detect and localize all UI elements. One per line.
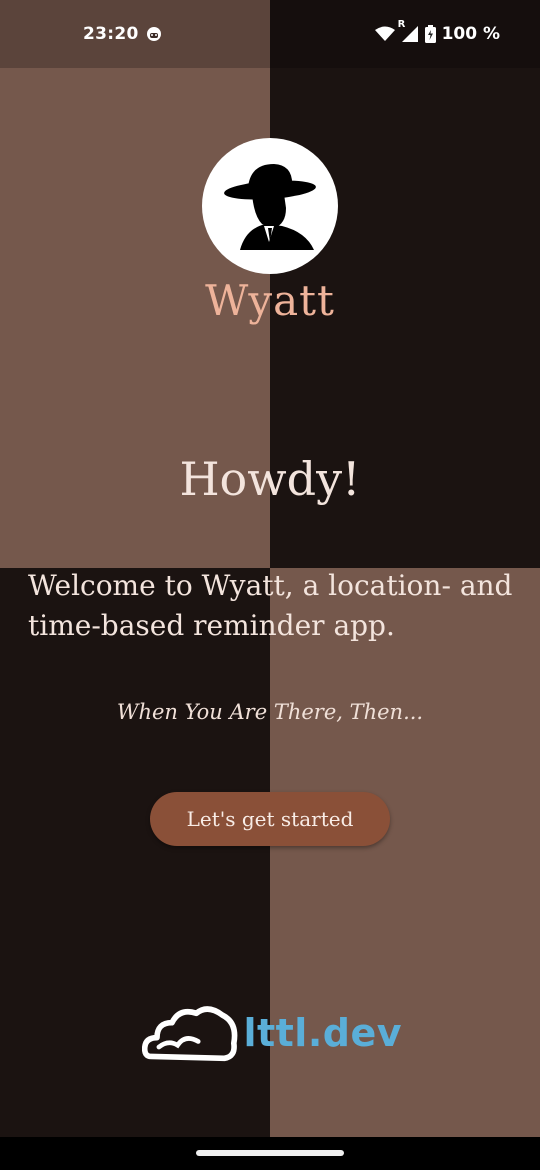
face-icon bbox=[146, 26, 162, 42]
battery-icon bbox=[424, 25, 436, 43]
greeting-heading: Howdy! bbox=[179, 452, 361, 506]
battery-percentage: 100 % bbox=[441, 24, 500, 44]
status-icons: R 100 % bbox=[374, 19, 500, 44]
app-logo-avatar bbox=[202, 138, 338, 274]
brand-name: lttl.dev bbox=[243, 1011, 402, 1055]
developer-brand: lttl.dev bbox=[142, 1000, 402, 1066]
get-started-button[interactable]: Let's get started bbox=[150, 792, 390, 846]
home-indicator[interactable] bbox=[196, 1150, 344, 1156]
tagline: When You Are There, Then... bbox=[116, 700, 424, 724]
status-time: 23:20 bbox=[83, 24, 139, 44]
wifi-icon bbox=[374, 26, 395, 42]
roaming-indicator: R bbox=[397, 19, 406, 30]
welcome-text: Welcome to Wyatt, a location- and time-b… bbox=[28, 569, 513, 642]
signal-icon: R bbox=[398, 19, 419, 43]
app-name: Wyatt bbox=[205, 276, 335, 325]
cowboy-icon bbox=[224, 164, 316, 250]
status-bar: 23:20 R 100 % bbox=[0, 0, 540, 68]
cloud-icon bbox=[142, 1006, 238, 1062]
